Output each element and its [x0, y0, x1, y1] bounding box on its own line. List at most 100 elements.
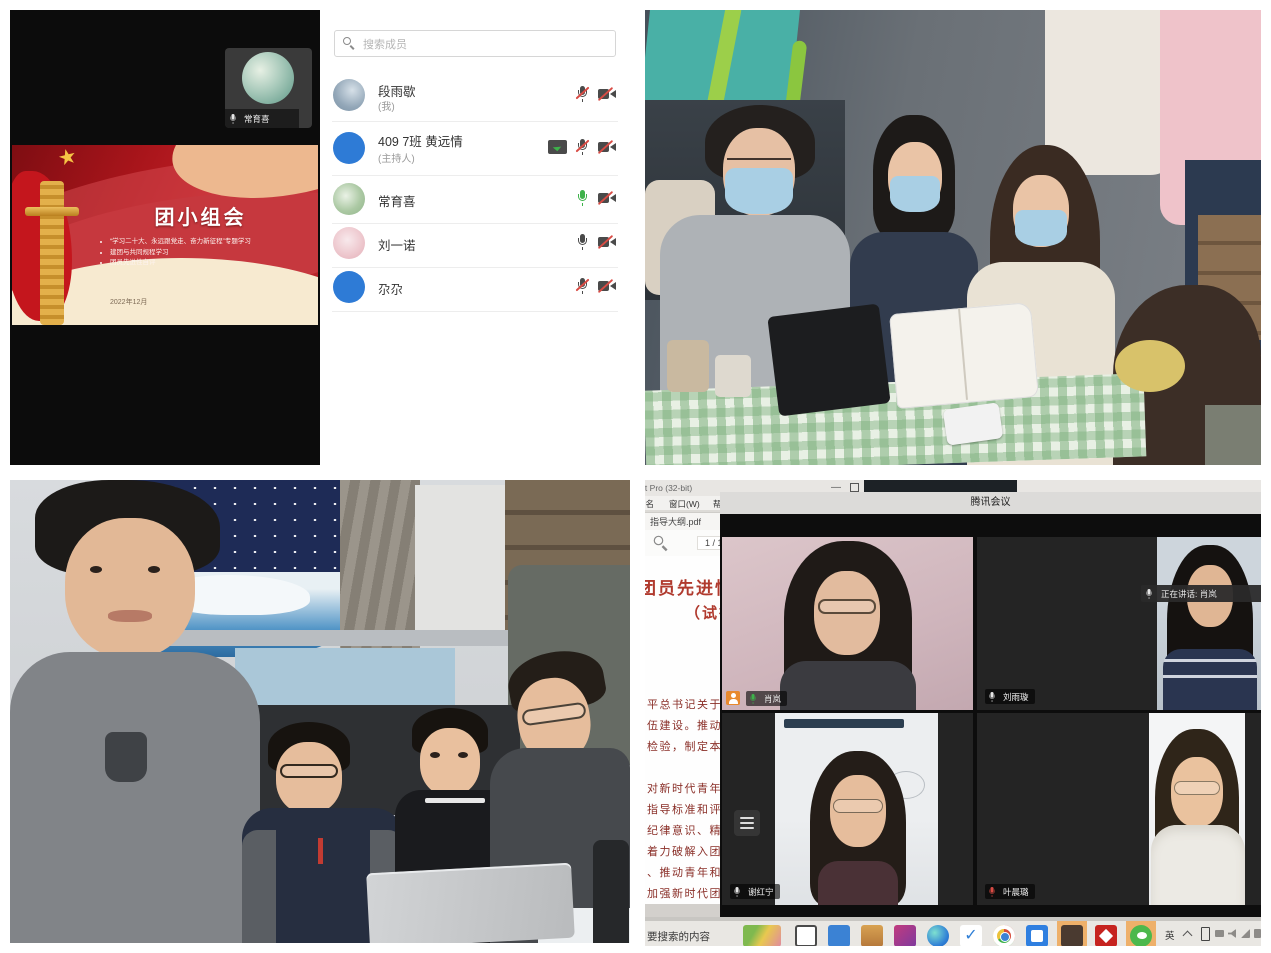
camera-off-icon[interactable] — [598, 236, 616, 249]
photo-collage: ★ 团小组会 “学习二十大、永远跟党走、奋力新征程”专题学习 建团与共同规程学习… — [0, 0, 1271, 953]
participant-tag: (我) — [378, 98, 395, 113]
search-input[interactable]: 搜索成员 — [334, 30, 616, 57]
presentation-slide: ★ 团小组会 “学习二十大、永远跟党走、奋力新征程”专题学习 建团与共同规程学习… — [12, 145, 318, 325]
person-body-white-coat — [1151, 825, 1245, 905]
meeting-window-title: 腾讯会议 — [971, 497, 1011, 508]
search-icon — [343, 37, 356, 50]
tile-name: 谢红宁 — [748, 886, 774, 898]
slide-title: 团小组会 — [108, 201, 293, 230]
photos-app-icon[interactable] — [1026, 925, 1048, 946]
news-weather-icon[interactable] — [743, 925, 781, 946]
participant-name-label: 刘雨璇 — [985, 689, 1035, 704]
slide-pillar-shape — [40, 181, 64, 325]
participant-name: 409 7班 黄远情 — [378, 131, 463, 150]
thumbnail-name-bar: 常育喜 — [225, 109, 299, 128]
participant-name: 刘一诺 — [378, 235, 416, 254]
self-video-thumbnail[interactable]: 常育喜 — [225, 48, 312, 128]
acrobat-icon[interactable] — [1095, 925, 1117, 946]
slide-pillar-shape — [25, 207, 79, 216]
office-icon[interactable] — [894, 925, 916, 946]
camera-off-icon[interactable] — [598, 280, 616, 293]
speaker-icon[interactable] — [1228, 929, 1236, 938]
menu-item[interactable]: 窗口(W) — [669, 498, 700, 510]
mic-muted-icon[interactable] — [576, 139, 589, 155]
person-body-gray-sweater — [10, 652, 260, 943]
camera-off-icon[interactable] — [598, 141, 616, 154]
tile-name: 刘雨璇 — [1003, 691, 1029, 703]
mail-icon[interactable] — [828, 925, 850, 946]
file-explorer-icon[interactable] — [861, 925, 883, 946]
person-eye — [458, 752, 468, 758]
participant-name-label: 叶晨璐 — [985, 884, 1035, 899]
participant-name-label: 谢红宁 — [730, 884, 780, 899]
active-app-slot[interactable] — [1057, 921, 1087, 946]
face-mask-shape — [890, 176, 940, 212]
participant-row[interactable]: 常育喜 — [320, 180, 630, 224]
participant-name: 尕尕 — [378, 279, 403, 298]
bowl-shape — [1115, 340, 1185, 392]
pdf-tab-title: 指导大纲.pdf — [650, 517, 701, 527]
video-tile[interactable]: 刘雨璇 正在讲话: 肖岚 — [977, 537, 1261, 710]
sidebar-toggle-icon[interactable] — [734, 810, 760, 836]
thermos-shape — [593, 840, 629, 943]
avatar — [242, 52, 294, 104]
task-view-icon[interactable] — [795, 925, 817, 946]
speaking-indicator: 正在讲话: 肖岚 — [1141, 585, 1261, 602]
camera-off-icon[interactable] — [598, 192, 616, 205]
participant-row[interactable]: 409 7班 黄远情 (主持人) — [320, 126, 630, 176]
screen-share-icon[interactable] — [548, 140, 567, 154]
mic-icon — [1145, 589, 1153, 599]
star-icon: ★ — [55, 145, 79, 172]
phone-shape — [943, 402, 1003, 445]
slide-bullet: “学习二十大、永远跟党走、奋力新征程”专题学习 — [110, 237, 318, 248]
battery-icon[interactable] — [1201, 927, 1210, 941]
person-body — [818, 861, 898, 905]
tile-name: 肖岚 — [764, 693, 781, 705]
host-person-icon — [726, 691, 740, 705]
tray-chevron-up-icon[interactable] — [1183, 929, 1192, 938]
wechat-app-slot[interactable] — [1126, 921, 1156, 946]
avatar — [333, 227, 365, 259]
glasses-shape — [818, 599, 876, 614]
participant-row[interactable]: 刘一诺 — [320, 224, 630, 268]
person-body-striped-top — [1163, 649, 1257, 710]
edge-icon[interactable] — [927, 925, 949, 946]
find-icon[interactable] — [654, 536, 670, 552]
chrome-icon[interactable] — [993, 925, 1015, 946]
face-mask-shape — [725, 168, 793, 214]
person-eye — [148, 566, 160, 573]
mic-icon — [988, 692, 996, 702]
glasses-shape — [280, 764, 338, 778]
mic-muted-icon[interactable] — [576, 234, 589, 250]
taskbar-search-text[interactable]: 要搜索的内容 — [647, 929, 710, 944]
tray-icon[interactable] — [1254, 929, 1261, 938]
thumbnail-name: 常育喜 — [244, 113, 270, 125]
menu-item[interactable]: 签名 — [645, 498, 654, 510]
bunk-frame-shape — [125, 630, 525, 646]
camera-off-icon[interactable] — [598, 88, 616, 101]
mic-muted-icon[interactable] — [576, 278, 589, 294]
maximize-button[interactable] — [850, 483, 859, 492]
display-icon[interactable] — [1215, 930, 1224, 937]
person-face — [65, 518, 195, 658]
video-tile[interactable]: 谢红宁 — [722, 713, 973, 905]
video-tile[interactable]: 肖岚 — [722, 537, 973, 710]
participant-row[interactable]: 尕尕 — [320, 268, 630, 312]
checkmark-app-icon[interactable]: ✓ — [960, 925, 982, 946]
participant-row[interactable]: 段雨歇 (我) — [320, 76, 630, 122]
person-face — [420, 728, 480, 796]
mic-muted-icon[interactable] — [576, 86, 589, 102]
participant-tag: (主持人) — [378, 150, 415, 165]
sleeve-shape — [242, 830, 276, 943]
avatar — [333, 79, 365, 111]
avatar — [333, 132, 365, 164]
mic-muted-icon — [988, 887, 996, 897]
participant-panel: 搜索成员 段雨歇 (我) 409 7班 黄远情 (主持人) — [320, 10, 630, 465]
network-icon[interactable] — [1241, 929, 1250, 938]
speaking-text: 正在讲话: 肖岚 — [1161, 588, 1217, 600]
person-body — [780, 661, 916, 710]
meeting-video-grid: 肖岚 刘雨璇 正在讲话: 肖岚 — [720, 514, 1261, 917]
video-tile[interactable]: 叶晨璐 — [977, 713, 1261, 905]
mic-active-icon[interactable] — [576, 190, 589, 206]
ime-indicator[interactable]: 英 — [1165, 928, 1175, 942]
